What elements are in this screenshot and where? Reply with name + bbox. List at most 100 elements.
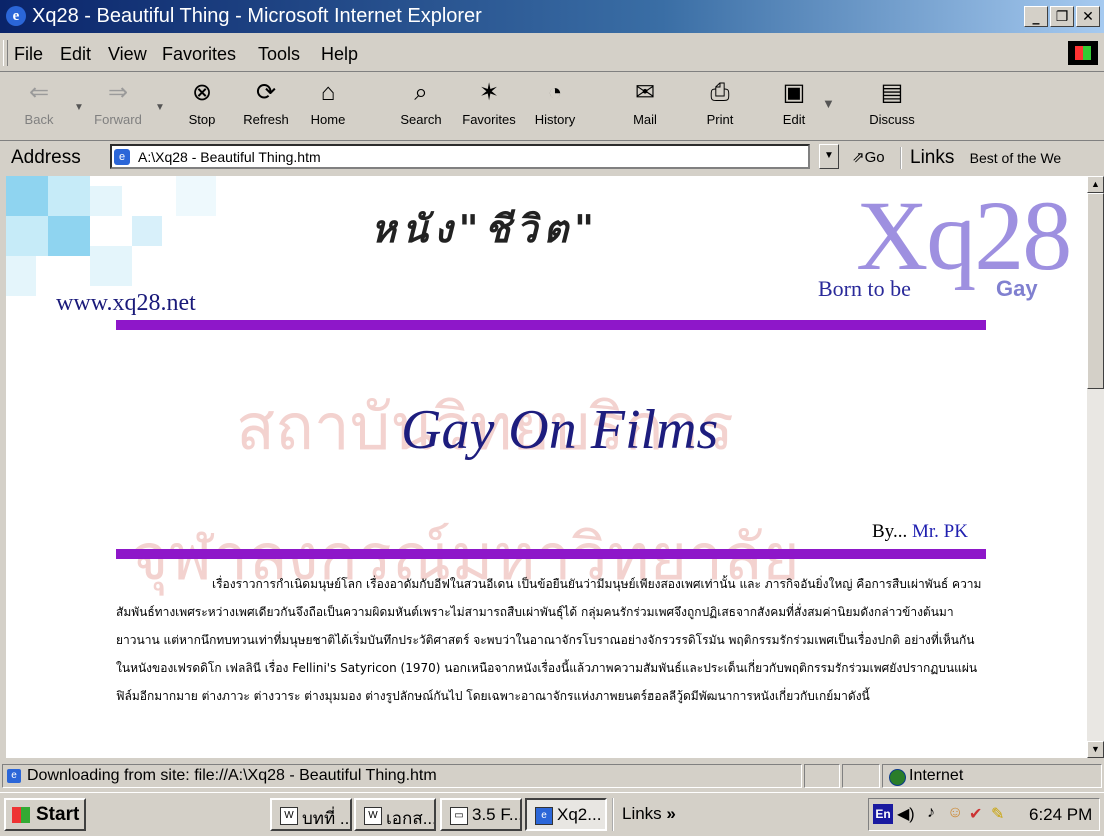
links-toolbar: Links Best of the We (900, 147, 1061, 169)
history-icon: ◔ (547, 79, 563, 106)
tagline-gay: Gay (996, 276, 1038, 301)
site-url[interactable]: www.xq28.net (56, 290, 196, 317)
menu-file[interactable]: File (14, 44, 43, 65)
status-cell-1 (804, 764, 840, 788)
status-text: Downloading from site: file://A:\Xq28 - … (27, 767, 437, 784)
mail-button[interactable]: ✉ Mail (611, 78, 679, 127)
author-name: Mr. PK (911, 521, 968, 542)
menu-tools[interactable]: Tools (258, 44, 300, 65)
forward-button[interactable]: ⇒ Forward (84, 78, 152, 127)
back-arrow-icon: ⇐ (28, 79, 50, 106)
address-label: Address (11, 147, 81, 168)
print-icon: ⎙ (710, 79, 730, 106)
scroll-down-button[interactable]: ▼ (1087, 741, 1104, 758)
windows-logo-icon (1068, 41, 1098, 65)
print-button[interactable]: ⎙ Print (686, 78, 754, 127)
decorative-tiles (6, 176, 246, 306)
refresh-icon: ⟳ (255, 79, 277, 106)
page-title: Gay On Films (401, 399, 719, 461)
language-indicator[interactable]: En (873, 804, 893, 824)
search-button[interactable]: ⌕ Search (387, 78, 455, 127)
back-button[interactable]: ⇐ Back (5, 78, 73, 127)
divider-top (116, 320, 986, 330)
status-cell-2 (842, 764, 880, 788)
thai-heading: หนัง"ชีวิต" (371, 206, 600, 251)
scroll-up-button[interactable]: ▲ (1087, 176, 1104, 193)
window-title: Xq28 - Beautiful Thing - Microsoft Inter… (32, 5, 482, 27)
discuss-button[interactable]: ▤ Discuss (858, 78, 926, 127)
minimize-button[interactable]: _ (1024, 6, 1048, 27)
ie-task-icon: e (535, 807, 553, 825)
system-tray: En ◀) ♪ ☺ ✔ ✎ 6:24 PM (868, 798, 1100, 831)
ie-logo-icon: e (6, 6, 26, 26)
history-button[interactable]: ◔ History (521, 78, 589, 127)
edit-icon: ▣ (782, 79, 806, 106)
task-chapter[interactable]: W บทที่ ... (270, 798, 352, 831)
audio-icon[interactable]: ♪ (927, 804, 935, 822)
divider-bottom (116, 549, 986, 559)
task-document[interactable]: W เอกส... (354, 798, 436, 831)
start-button[interactable]: Start (4, 798, 86, 831)
tagline: Born to be (818, 276, 911, 301)
standard-toolbar: ⇐ Back ▼ ⇒ Forward ▼ ⊗ Stop ⟳ Refresh ⌂ Home … (0, 72, 1104, 141)
address-value: A:\Xq28 - Beautiful Thing.htm (138, 149, 321, 165)
byline-prefix: By... (872, 521, 908, 542)
web-content: สถาบันวิทยบริการ จุฬาลงกรณ์มหาวิทยาลัย ห… (6, 176, 1087, 758)
menu-help[interactable]: Help (321, 44, 358, 65)
address-bar: Address e A:\Xq28 - Beautiful Thing.htm … (0, 141, 1104, 174)
stop-button[interactable]: ⊗ Stop (168, 78, 236, 127)
start-label: Start (36, 804, 80, 825)
title-bar[interactable]: e Xq28 - Beautiful Thing - Microsoft Int… (0, 0, 1104, 33)
article-body: เรื่องราวการกำเนิดมนุษย์โลก เรื่องอาดัมก… (116, 577, 982, 703)
volume-icon[interactable]: ◀) (897, 804, 915, 824)
links-label[interactable]: Links (910, 147, 954, 168)
refresh-button[interactable]: ⟳ Refresh (232, 78, 300, 127)
edit-button[interactable]: ▣ Edit (760, 78, 828, 127)
search-icon: ⌕ (414, 79, 428, 106)
status-page-icon: e (7, 769, 21, 783)
tray-check-icon[interactable]: ✔ (969, 804, 982, 824)
link-best-of-web[interactable]: Best of the We (970, 150, 1062, 166)
status-bar: e Downloading from site: file://A:\Xq28 … (0, 762, 1104, 790)
taskbar-separator (612, 798, 614, 831)
menu-view[interactable]: View (108, 44, 147, 65)
close-button[interactable]: ✕ (1076, 6, 1100, 27)
menu-favorites[interactable]: Favorites (162, 44, 236, 65)
ie-window: e Xq28 - Beautiful Thing - Microsoft Int… (0, 0, 1104, 836)
links-chevron-icon: » (666, 804, 676, 823)
favorites-button[interactable]: ✶ Favorites (455, 78, 523, 127)
mail-icon: ✉ (634, 79, 656, 106)
discuss-icon: ▤ (880, 79, 904, 106)
edit-dropdown-icon[interactable]: ▼ (822, 96, 835, 111)
status-message: e Downloading from site: file://A:\Xq28 … (2, 764, 802, 788)
word-doc-icon: W (364, 807, 382, 825)
clock[interactable]: 6:24 PM (1029, 805, 1092, 825)
forward-dropdown-icon[interactable]: ▼ (155, 102, 165, 113)
address-input[interactable]: e A:\Xq28 - Beautiful Thing.htm (110, 144, 810, 169)
scroll-thumb[interactable] (1087, 193, 1104, 389)
restore-button[interactable]: ❐ (1050, 6, 1074, 27)
tray-tools-icon[interactable]: ✎ (991, 804, 1004, 824)
word-doc-icon: W (280, 807, 298, 825)
go-button[interactable]: ⇗Go (852, 148, 885, 166)
tray-app-icon[interactable]: ☺ (947, 804, 963, 822)
menu-edit[interactable]: Edit (60, 44, 91, 65)
address-dropdown-button[interactable]: ▼ (819, 144, 839, 169)
taskbar: Start W บทที่ ... W เอกส... ▭ 3.5 F... e Xq2… (0, 792, 1104, 836)
security-zone: Internet (882, 764, 1102, 788)
menu-bar: File Edit View Favorites Tools Help (0, 33, 1104, 72)
back-dropdown-icon[interactable]: ▼ (74, 102, 84, 113)
home-icon: ⌂ (320, 79, 336, 106)
start-flag-icon (12, 807, 30, 823)
go-arrow-icon: ⇗ (852, 149, 865, 166)
byline: By... Mr. PK (872, 521, 968, 543)
zone-label: Internet (909, 767, 964, 784)
vertical-scrollbar[interactable]: ▲ ▼ (1087, 176, 1104, 758)
page-icon: e (114, 149, 130, 165)
home-button[interactable]: ⌂ Home (294, 78, 362, 127)
taskbar-links[interactable]: Links » (622, 804, 676, 824)
task-floppy[interactable]: ▭ 3.5 F... (440, 798, 522, 831)
menu-grip[interactable] (3, 40, 8, 66)
favorites-icon: ✶ (478, 79, 500, 106)
task-xq28-browser[interactable]: e Xq2... (525, 798, 607, 831)
